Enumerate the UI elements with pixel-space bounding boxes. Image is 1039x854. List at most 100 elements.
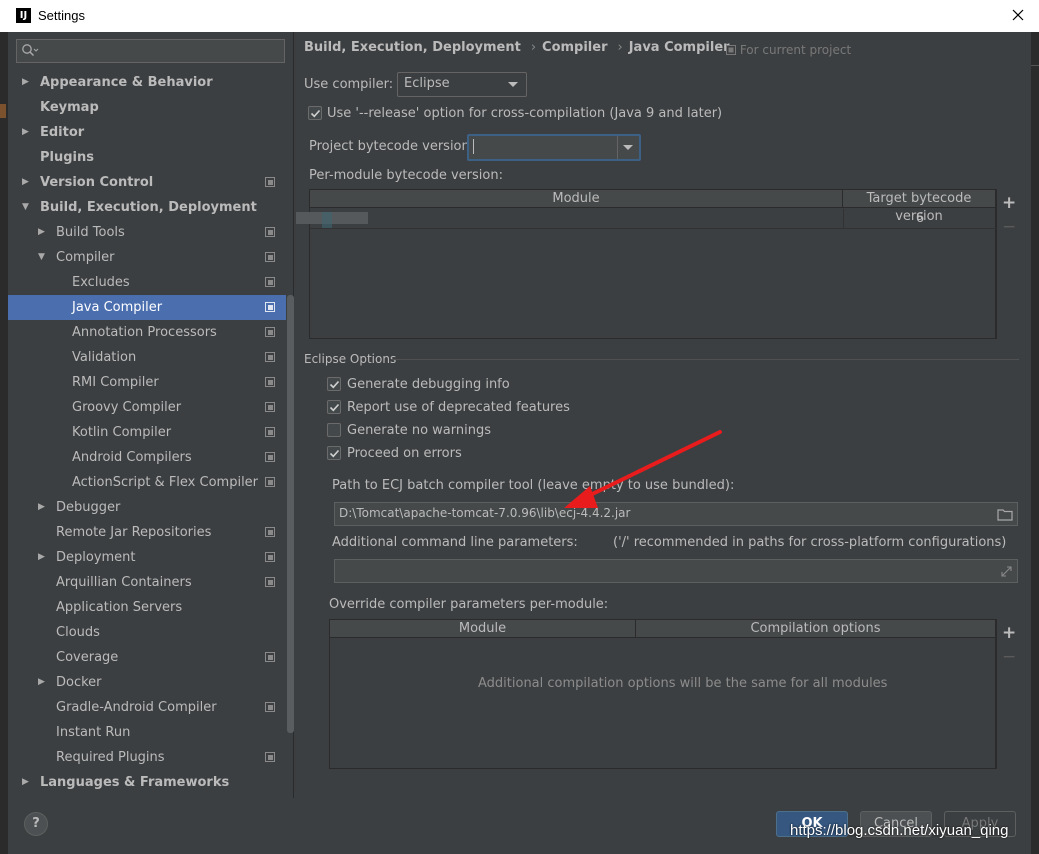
per-module-bytecode-table[interactable]: Module Target bytecode version 6 xyxy=(296,189,996,339)
tree-item-debugger[interactable]: ▶ Debugger xyxy=(8,495,286,520)
project-bytecode-combobox[interactable] xyxy=(467,134,641,161)
column-header-compilation-options[interactable]: Compilation options xyxy=(636,620,996,638)
intellij-app-icon: IJ xyxy=(16,8,31,23)
settings-search-input[interactable] xyxy=(16,39,285,63)
column-header-module[interactable]: Module xyxy=(330,620,636,638)
tree-item-rmi-compiler[interactable]: RMI Compiler xyxy=(8,370,286,395)
check-icon xyxy=(310,109,321,118)
per-module-table-toolbar: + − xyxy=(996,189,1020,339)
tree-item-build-execution-deployment[interactable]: ▼ Build, Execution, Deployment xyxy=(8,195,286,220)
tree-item-remote-jar-repositories[interactable]: Remote Jar Repositories xyxy=(8,520,286,545)
tree-item-keymap[interactable]: Keymap xyxy=(8,95,286,120)
tree-item-label: Appearance & Behavior xyxy=(40,75,213,90)
tree-item-groovy-compiler[interactable]: Groovy Compiler xyxy=(8,395,286,420)
generate-no-warnings-checkbox[interactable] xyxy=(327,423,341,437)
add-override-button[interactable]: + xyxy=(1002,625,1016,642)
use-compiler-combobox[interactable]: Eclipse xyxy=(397,72,527,97)
breadcrumb-item-java-compiler: Java Compiler xyxy=(628,40,730,55)
tree-item-excludes[interactable]: Excludes xyxy=(8,270,286,295)
generate-debugging-info-label: Generate debugging info xyxy=(347,377,510,392)
breadcrumb-item-build[interactable]: Build, Execution, Deployment xyxy=(304,40,521,55)
expanded-arrow-icon[interactable]: ▼ xyxy=(38,245,48,270)
tree-item-instant-run[interactable]: Instant Run xyxy=(8,720,286,745)
collapsed-arrow-icon[interactable]: ▶ xyxy=(38,670,48,695)
column-header-module[interactable]: Module xyxy=(310,190,843,208)
report-use-of-deprecated-features-label: Report use of deprecated features xyxy=(347,400,570,415)
tree-item-deployment[interactable]: ▶ Deployment xyxy=(8,545,286,570)
tree-item-annotation-processors[interactable]: Annotation Processors xyxy=(8,320,286,345)
column-header-target-version[interactable]: Target bytecode version xyxy=(843,190,996,224)
use-compiler-label: Use compiler: xyxy=(304,77,394,92)
tree-item-label: Arquillian Containers xyxy=(56,575,192,590)
for-project-text: For current project xyxy=(739,43,852,57)
breadcrumb: Build, Execution, Deployment › Compiler › Ja… xyxy=(304,40,734,55)
title-bar: IJ Settings xyxy=(0,0,1039,32)
tree-item-actionscript-flex-compiler[interactable]: ActionScript & Flex Compiler xyxy=(8,470,286,495)
tree-item-coverage[interactable]: Coverage xyxy=(8,645,286,670)
tree-item-plugins[interactable]: Plugins xyxy=(8,145,286,170)
tree-item-label: Build Tools xyxy=(56,225,125,240)
proceed-on-errors-checkbox[interactable] xyxy=(327,446,341,460)
tree-item-clouds[interactable]: Clouds xyxy=(8,620,286,645)
collapsed-arrow-icon[interactable]: ▶ xyxy=(22,120,32,145)
tree-item-compiler[interactable]: ▼ Compiler xyxy=(8,245,286,270)
project-scope-icon xyxy=(265,452,275,462)
tree-item-validation[interactable]: Validation xyxy=(8,345,286,370)
tree-item-kotlin-compiler[interactable]: Kotlin Compiler xyxy=(8,420,286,445)
tree-item-build-tools[interactable]: ▶ Build Tools xyxy=(8,220,286,245)
breadcrumb-separator: › xyxy=(617,40,623,55)
tree-scrollbar[interactable] xyxy=(287,295,294,733)
expanded-arrow-icon[interactable]: ▼ xyxy=(22,195,32,220)
generate-debugging-info-checkbox[interactable] xyxy=(327,377,341,391)
project-scope-icon xyxy=(265,177,275,187)
tree-item-label: Debugger xyxy=(56,500,121,515)
dropdown-button[interactable] xyxy=(617,136,639,159)
tree-item-editor[interactable]: ▶ Editor xyxy=(8,120,286,145)
close-window-button[interactable] xyxy=(1007,4,1029,26)
target-version-cell[interactable]: 6 xyxy=(843,209,996,229)
use-compiler-value: Eclipse xyxy=(404,76,450,91)
table-row[interactable]: 6 xyxy=(296,209,996,229)
override-parameters-table[interactable]: Module Compilation options Additional co… xyxy=(329,619,996,769)
collapsed-arrow-icon[interactable]: ▶ xyxy=(22,70,32,95)
tree-item-application-servers[interactable]: Application Servers xyxy=(8,595,286,620)
collapsed-arrow-icon[interactable]: ▶ xyxy=(38,220,48,245)
check-icon xyxy=(329,449,340,458)
project-scope-icon xyxy=(265,352,275,362)
eclipse-options-title: Eclipse Options xyxy=(304,352,397,366)
watermark-text: https://blog.csdn.net/xiyuan_qing xyxy=(790,822,1009,839)
tree-item-gradle-android-compiler[interactable]: Gradle-Android Compiler xyxy=(8,695,286,720)
tree-item-android-compilers[interactable]: Android Compilers xyxy=(8,445,286,470)
expand-icon[interactable] xyxy=(1000,565,1013,578)
help-button[interactable]: ? xyxy=(24,812,48,836)
tree-item-label: Groovy Compiler xyxy=(72,400,182,415)
tree-item-appearance-behavior[interactable]: ▶ Appearance & Behavior xyxy=(8,70,286,95)
text-caret xyxy=(473,139,474,154)
remove-module-button[interactable]: − xyxy=(1002,219,1016,236)
section-divider xyxy=(391,359,1019,360)
chevron-down-icon xyxy=(623,145,633,150)
tree-item-java-compiler[interactable]: Java Compiler xyxy=(8,295,286,320)
tree-item-version-control[interactable]: ▶ Version Control xyxy=(8,170,286,195)
collapsed-arrow-icon[interactable]: ▶ xyxy=(38,495,48,520)
collapsed-arrow-icon[interactable]: ▶ xyxy=(22,170,32,195)
folder-icon[interactable] xyxy=(997,508,1013,521)
tree-item-label: RMI Compiler xyxy=(72,375,159,390)
release-option-checkbox[interactable] xyxy=(308,106,322,120)
table-header: Module Target bytecode version xyxy=(310,190,996,224)
project-scope-icon xyxy=(265,527,275,537)
tree-item-label: Coverage xyxy=(56,650,119,665)
tree-item-arquillian-containers[interactable]: Arquillian Containers xyxy=(8,570,286,595)
breadcrumb-item-compiler[interactable]: Compiler xyxy=(542,40,607,55)
tree-item-docker[interactable]: ▶ Docker xyxy=(8,670,286,695)
add-module-button[interactable]: + xyxy=(1002,195,1016,212)
collapsed-arrow-icon[interactable]: ▶ xyxy=(22,770,32,795)
collapsed-arrow-icon[interactable]: ▶ xyxy=(38,545,48,570)
tree-item-required-plugins[interactable]: Required Plugins xyxy=(8,745,286,770)
report-use-of-deprecated-features-checkbox[interactable] xyxy=(327,400,341,414)
tree-item-languages-frameworks[interactable]: ▶ Languages & Frameworks xyxy=(8,770,286,795)
tree-item-label: Version Control xyxy=(40,175,154,190)
window-edge-right xyxy=(1031,32,1039,854)
additional-params-field[interactable] xyxy=(334,559,1018,583)
remove-override-button[interactable]: − xyxy=(1002,649,1016,666)
